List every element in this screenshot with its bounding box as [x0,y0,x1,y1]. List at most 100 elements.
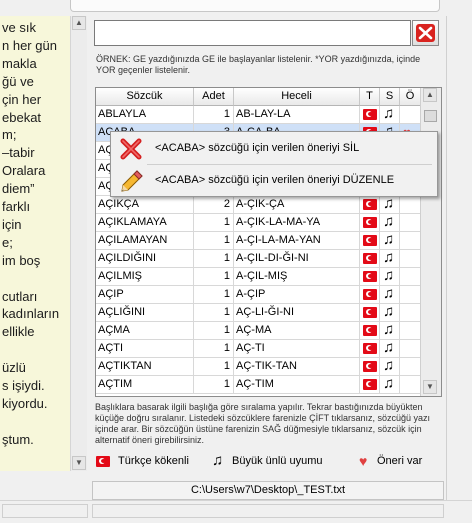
top-panel-edge [70,0,440,12]
turkish-flag-icon [363,307,377,318]
music-note-icon: ♫ [383,214,395,230]
document-text-line: e; [2,234,13,250]
document-scrollbar[interactable]: ▲ ▼ [70,16,87,471]
cell-vowel-harmony: ♫ [380,250,400,268]
cell-count: 1 [194,106,234,124]
cell-vowel-harmony: ♫ [380,304,400,322]
cell-turkish [360,214,380,232]
cell-syllables: A-ÇI-LA-MA-YAN [234,232,360,250]
cell-count: 1 [194,376,234,394]
table-row[interactable]: AÇTI 1 AÇ-TI ♫ [96,340,421,358]
scroll-thumb[interactable] [424,110,437,122]
turkish-flag-icon [363,109,377,120]
cell-turkish [360,304,380,322]
table-row[interactable]: AÇILAMAYAN 1 A-ÇI-LA-MA-YAN ♫ [96,232,421,250]
document-text-line: üzlü [2,360,26,376]
table-row[interactable]: AÇTIKTAN 1 AÇ-TIK-TAN ♫ [96,358,421,376]
music-note-icon: ♫ [383,304,395,320]
clear-search-button[interactable] [412,20,439,46]
menu-item-delete-suggestion[interactable]: <ACABA> sözcüğü için verilen öneriyi SİL [113,134,435,164]
cell-syllables: AÇ-TI [234,340,360,358]
status-cell [2,504,88,518]
search-input[interactable] [94,20,411,46]
cell-word: ABLAYLA [96,106,194,124]
menu-item-edit-suggestion[interactable]: <ACABA> sözcüğü için verilen öneriyi DÜZ… [113,166,435,196]
music-note-icon: ♫ [383,232,395,248]
table-row[interactable]: ABLAYLA 1 AB-LAY-LA ♫ [96,106,421,124]
cell-syllables: AÇ-TIM [234,376,360,394]
x-icon [416,24,435,42]
document-text-line: kiyordu. [2,395,48,411]
column-header-count[interactable]: Adet [194,88,234,106]
column-header-s[interactable]: S [380,88,400,106]
cell-suggestion [400,214,421,232]
cell-turkish [360,250,380,268]
document-text-line: m; [2,127,17,143]
document-text-line: Oralara [2,163,46,179]
cell-suggestion [400,376,421,394]
cell-vowel-harmony: ♫ [380,340,400,358]
scroll-down-icon[interactable]: ▼ [72,456,86,470]
cell-vowel-harmony: ♫ [380,196,400,214]
cell-turkish [360,232,380,250]
document-text-line: ebekat [2,109,42,125]
cell-syllables: A-ÇIK-LA-MA-YA [234,214,360,232]
table-row[interactable]: AÇILMIŞ 1 A-ÇIL-MIŞ ♫ [96,268,421,286]
table-row[interactable]: AÇTIM 1 AÇ-TIM ♫ [96,376,421,394]
cell-count: 1 [194,322,234,340]
cell-turkish [360,286,380,304]
cell-turkish [360,196,380,214]
column-header-o[interactable]: Ö [400,88,421,106]
help-text: Başlıklara basarak ilgili başlığa göre s… [95,402,430,445]
cell-vowel-harmony: ♫ [380,376,400,394]
cell-count: 2 [194,196,234,214]
scroll-up-icon[interactable]: ▲ [72,16,86,30]
cell-syllables: A-ÇIL-DI-ĞI-NI [234,250,360,268]
cell-vowel-harmony: ♫ [380,268,400,286]
document-text-line: makla [2,55,37,71]
table-row[interactable]: AÇIP 1 A-ÇIP ♫ [96,286,421,304]
cell-count: 1 [194,250,234,268]
legend-label-turkish: Türkçe kökenli [118,455,189,467]
scroll-down-icon[interactable]: ▼ [423,380,437,394]
turkish-flag-icon [363,217,377,228]
column-header-syllables[interactable]: Heceli [234,88,360,106]
cell-suggestion [400,196,421,214]
turkish-flag-icon [363,361,377,372]
table-row[interactable]: AÇIKÇA 2 A-ÇIK-ÇA ♫ [96,196,421,214]
scroll-up-icon[interactable]: ▲ [423,88,437,102]
music-note-icon: ♫ [383,106,395,122]
cell-turkish [360,358,380,376]
cell-suggestion [400,232,421,250]
cell-word: AÇTIM [96,376,194,394]
cell-turkish [360,340,380,358]
table-row[interactable]: AÇLIĞINI 1 AÇ-LI-ĞI-NI ♫ [96,304,421,322]
document-text-pane[interactable]: ve sık n her gün makla ğü ve çin her ebekat m;… [0,16,71,471]
document-text-line: ğü ve [2,73,34,89]
table-row[interactable]: AÇIKLAMAYA 1 A-ÇIK-LA-MA-YA ♫ [96,214,421,232]
heart-icon: ♥ [359,453,368,469]
column-header-word[interactable]: Sözcük [96,88,194,106]
column-header-t[interactable]: T [360,88,380,106]
turkish-flag-icon [363,271,377,282]
cell-word: AÇIKÇA [96,196,194,214]
document-text-line: kadınların [2,306,60,322]
cell-count: 1 [194,286,234,304]
cell-suggestion [400,286,421,304]
table-row[interactable]: AÇILDIĞINI 1 A-ÇIL-DI-ĞI-NI ♫ [96,250,421,268]
turkish-flag-icon [363,379,377,390]
cell-syllables: A-ÇIP [234,286,360,304]
cell-vowel-harmony: ♫ [380,106,400,124]
cell-word: AÇIP [96,286,194,304]
cell-vowel-harmony: ♫ [380,286,400,304]
cell-word: AÇILAMAYAN [96,232,194,250]
menu-label-edit: <ACABA> sözcüğü için verilen öneriyi DÜZ… [155,174,395,186]
document-text-line: diem” [2,181,35,197]
cell-word: AÇTI [96,340,194,358]
file-path: C:\Users\w7\Desktop\_TEST.txt [92,481,444,500]
cell-syllables: AÇ-MA [234,322,360,340]
cell-suggestion [400,106,421,124]
cell-turkish [360,376,380,394]
turkish-flag-icon [363,235,377,246]
table-row[interactable]: AÇMA 1 AÇ-MA ♫ [96,322,421,340]
